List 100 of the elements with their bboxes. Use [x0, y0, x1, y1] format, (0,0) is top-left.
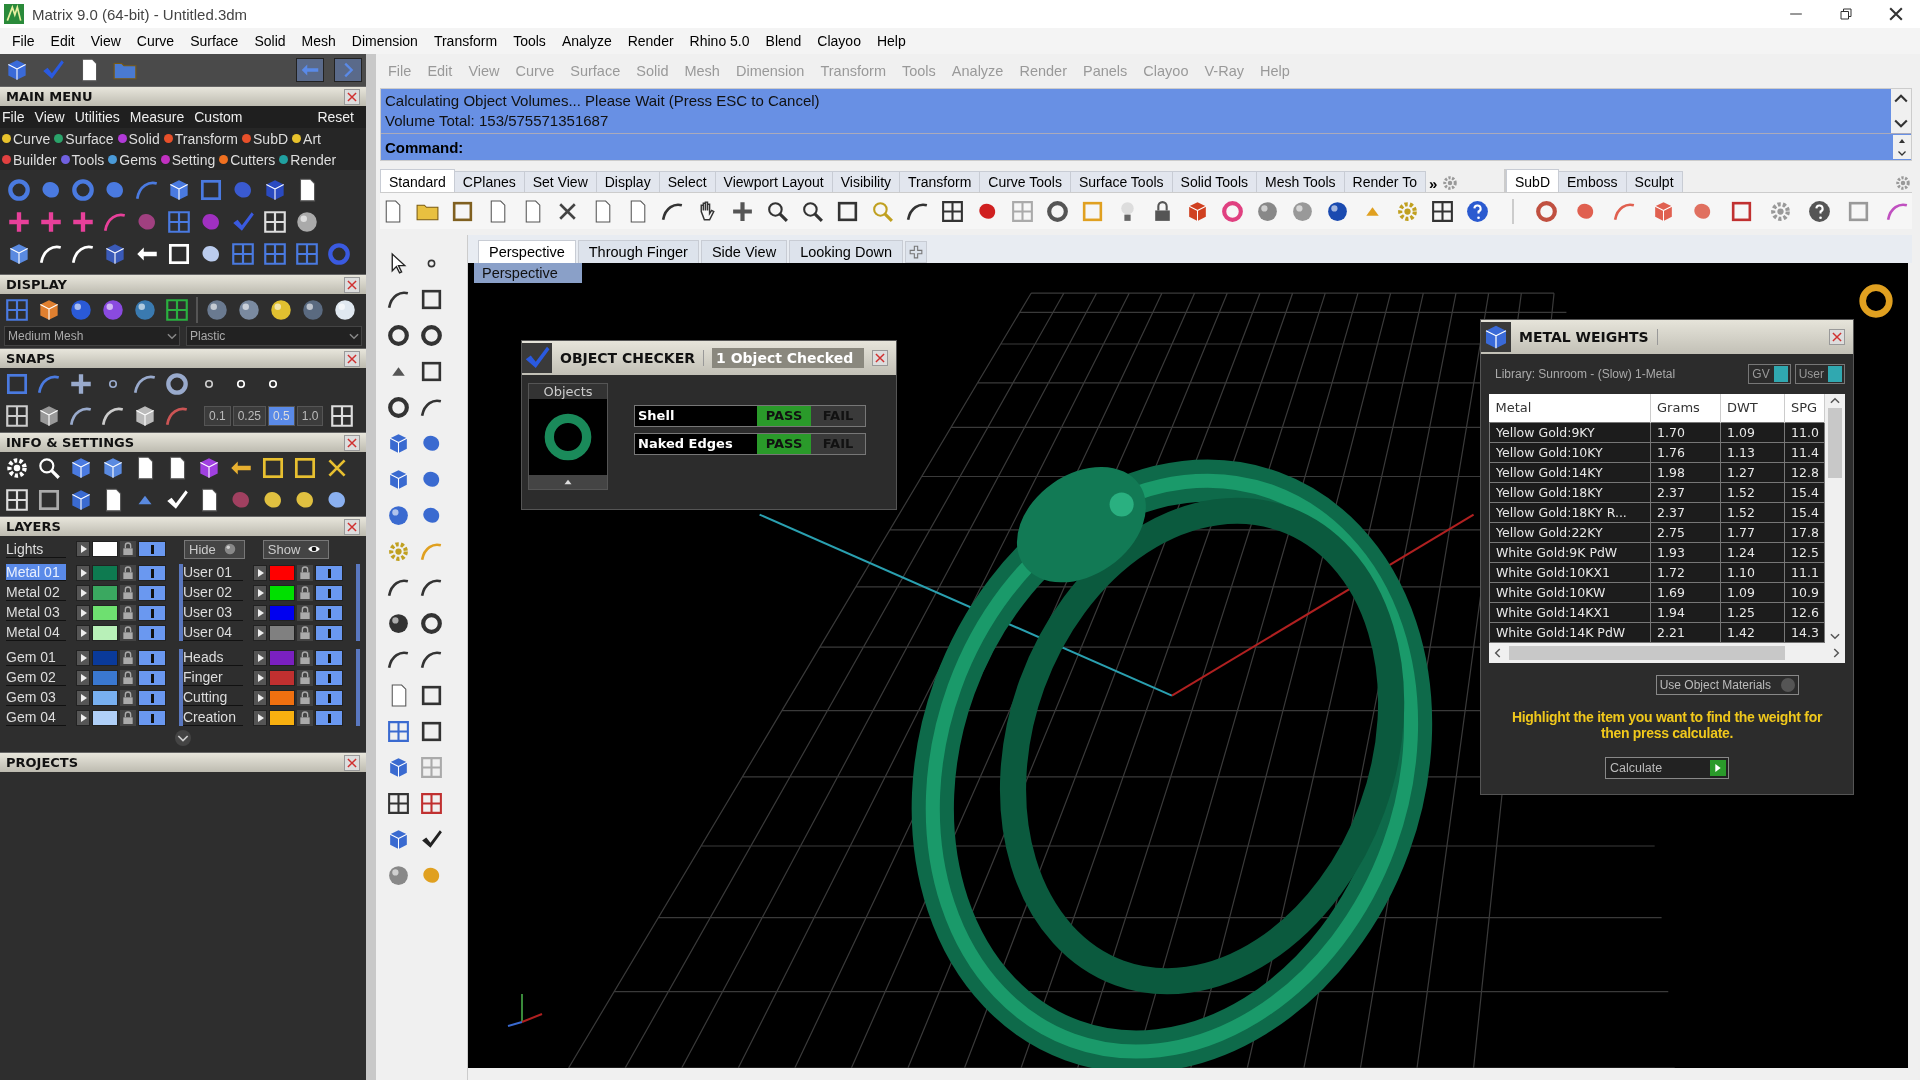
toolbar-tab[interactable]: Render To: [1343, 171, 1426, 192]
toolbar-tab[interactable]: Visibility: [831, 171, 901, 192]
viewport-tab[interactable]: Through Finger: [577, 240, 699, 263]
expand-button[interactable]: [253, 669, 267, 686]
sphere-icon[interactable]: [132, 297, 158, 323]
toolbar-tab[interactable]: Curve Tools: [979, 171, 1071, 192]
dropdown[interactable]: Plastic: [186, 326, 362, 346]
layer-name[interactable]: User 02: [183, 584, 243, 601]
lock-icon[interactable]: [120, 689, 136, 706]
layer-name[interactable]: Gem 01: [6, 649, 66, 666]
layer-name[interactable]: Lights: [6, 540, 66, 558]
gear-icon[interactable]: [4, 455, 30, 481]
sphere-icon[interactable]: [68, 297, 94, 323]
expand-button[interactable]: [253, 604, 267, 621]
help-icon[interactable]: [1807, 198, 1832, 224]
column-header[interactable]: DWT: [1720, 394, 1785, 422]
menu-item[interactable]: Analyze: [553, 33, 620, 49]
lock-icon[interactable]: [120, 709, 136, 726]
toolbar-tab[interactable]: CPlanes: [453, 171, 525, 192]
add-tab-icon[interactable]: [905, 241, 928, 263]
plus-icon[interactable]: [6, 209, 32, 235]
menu-item[interactable]: Clayoo: [809, 33, 869, 49]
layer-name[interactable]: Gem 03: [6, 689, 66, 706]
lock-icon[interactable]: [120, 564, 136, 581]
category-link[interactable]: Transform: [174, 130, 239, 147]
grid-icon[interactable]: [4, 487, 30, 513]
lock-icon[interactable]: [297, 624, 313, 641]
layer-toggle[interactable]: [138, 649, 166, 666]
color-swatch[interactable]: [269, 624, 295, 641]
step-button[interactable]: 1.0: [296, 406, 324, 426]
category-link[interactable]: Surface: [65, 130, 114, 147]
grid-icon[interactable]: [1430, 198, 1455, 224]
expand-button[interactable]: [76, 624, 90, 641]
lock-icon[interactable]: [297, 689, 313, 706]
category-link[interactable]: SubD: [253, 130, 289, 147]
layer-name[interactable]: User 04: [183, 624, 243, 641]
sphere-icon[interactable]: [300, 297, 326, 323]
layer-name[interactable]: Gem 04: [6, 709, 66, 726]
square-icon[interactable]: [419, 287, 444, 312]
chevron-right-icon[interactable]: [334, 58, 362, 82]
color-swatch[interactable]: [92, 564, 118, 581]
scrollbar-thumb[interactable]: [1509, 645, 1785, 660]
expand-button[interactable]: [253, 624, 267, 641]
layer-name[interactable]: Creation: [183, 709, 243, 726]
menu-item[interactable]: Custom: [194, 109, 243, 125]
menu-item[interactable]: Surface: [182, 33, 247, 49]
horizontal-scrollbar[interactable]: [1489, 642, 1845, 663]
lock-icon[interactable]: [120, 604, 136, 621]
square-icon[interactable]: [36, 487, 62, 513]
layer-toggle[interactable]: [138, 541, 166, 557]
layer-toggle[interactable]: [138, 669, 166, 686]
expand-button[interactable]: [253, 649, 267, 666]
dropdown[interactable]: Medium Mesh: [4, 326, 180, 346]
layer-name[interactable]: User 03: [183, 604, 243, 621]
layer-toggle[interactable]: [315, 584, 343, 601]
category-link[interactable]: Art: [303, 130, 321, 147]
layer-toggle[interactable]: [138, 564, 166, 581]
menu-item[interactable]: View: [82, 33, 129, 49]
color-swatch[interactable]: [92, 604, 118, 621]
show-button[interactable]: Show: [262, 539, 330, 559]
color-swatch[interactable]: [92, 541, 118, 557]
layer-name[interactable]: Metal 04: [6, 624, 66, 641]
expand-button[interactable]: [253, 564, 267, 581]
column-header[interactable]: SPG: [1784, 394, 1825, 422]
lock-icon[interactable]: [297, 604, 313, 621]
toolbar-tab[interactable]: Display: [595, 171, 660, 192]
category-link[interactable]: Gems: [119, 151, 157, 168]
menu-item[interactable]: Utilities: [74, 109, 120, 125]
layer-toggle[interactable]: [315, 689, 343, 706]
checkbox-button[interactable]: Use Object Materials: [1655, 674, 1799, 695]
sphere-icon[interactable]: [100, 297, 126, 323]
magnifier-icon[interactable]: [36, 455, 62, 481]
toggle-switch[interactable]: User: [1794, 364, 1845, 384]
sphere-icon[interactable]: [204, 297, 230, 323]
category-link[interactable]: Curve: [13, 130, 51, 147]
menu-item[interactable]: File: [2, 109, 25, 125]
expand-button[interactable]: [76, 669, 90, 686]
menu-item[interactable]: File: [4, 33, 43, 49]
ring-icon[interactable]: [1045, 198, 1070, 224]
expand-button[interactable]: [76, 709, 90, 726]
ring-icon[interactable]: [386, 323, 411, 348]
square-icon[interactable]: [419, 359, 444, 384]
layer-name[interactable]: User 01: [183, 564, 243, 581]
square-icon[interactable]: [419, 719, 444, 744]
lock-icon[interactable]: [297, 649, 313, 666]
chevron-down-icon[interactable]: [175, 730, 191, 746]
layer-toggle[interactable]: [315, 709, 343, 726]
layer-name[interactable]: Gem 02: [6, 669, 66, 686]
menu-item[interactable]: Curve: [128, 33, 183, 49]
column-header[interactable]: Metal: [1489, 394, 1651, 422]
layer-name[interactable]: Cutting: [183, 689, 243, 706]
layer-toggle[interactable]: [315, 649, 343, 666]
toolbar-tab[interactable]: Sculpt: [1625, 171, 1683, 192]
expand-button[interactable]: [76, 649, 90, 666]
color-swatch[interactable]: [269, 689, 295, 706]
menu-item[interactable]: Tools: [505, 33, 554, 49]
calculate-button[interactable]: Calculate: [1605, 756, 1729, 779]
lock-icon[interactable]: [120, 624, 136, 641]
toolbar-tab[interactable]: Transform: [899, 171, 981, 192]
expand-button[interactable]: [76, 564, 90, 581]
